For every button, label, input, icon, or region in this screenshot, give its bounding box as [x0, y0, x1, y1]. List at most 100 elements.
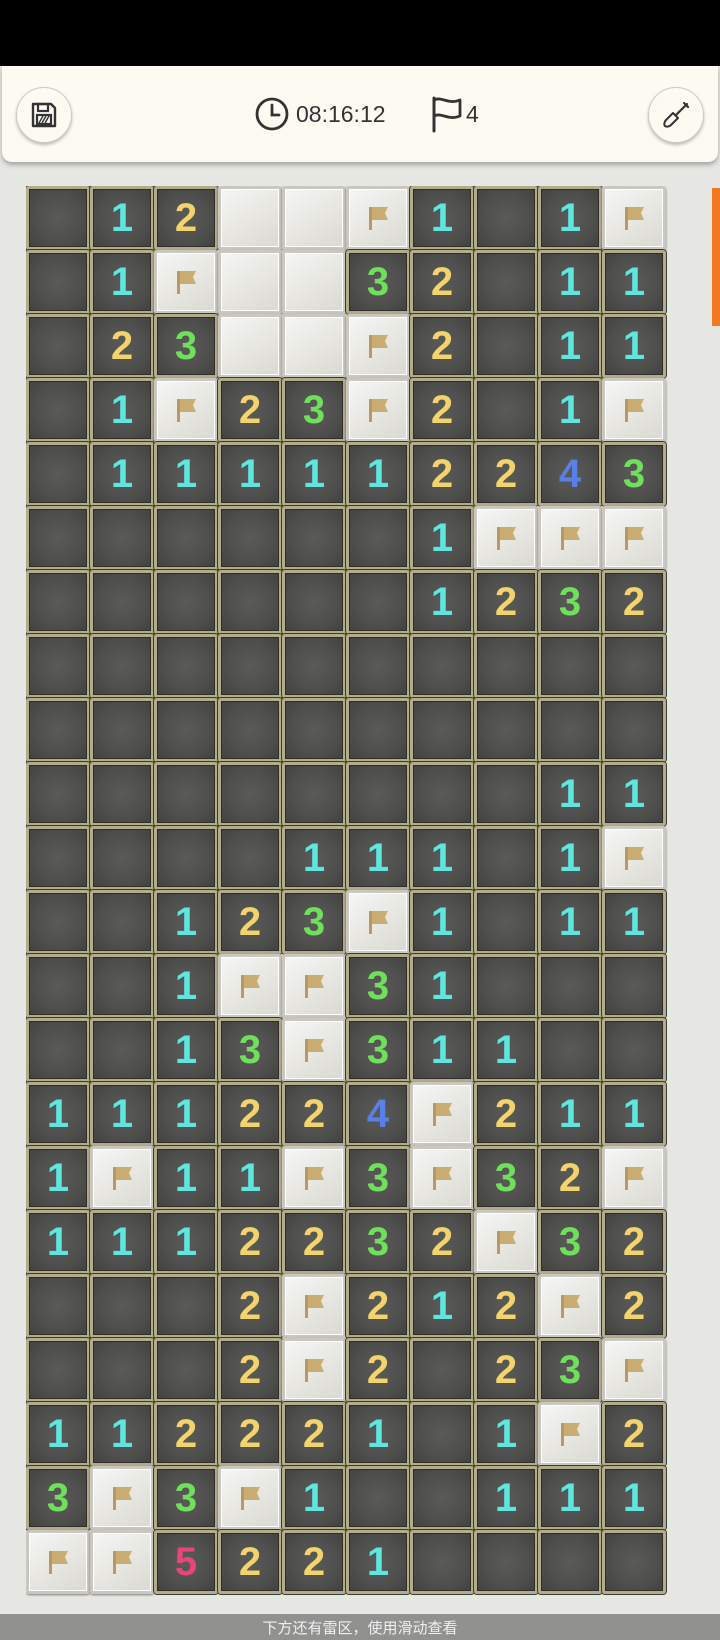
revealed-empty-cell[interactable] [474, 954, 538, 1018]
revealed-empty-cell[interactable] [282, 762, 346, 826]
number-cell[interactable]: 5 [154, 1530, 218, 1594]
flagged-cell[interactable] [346, 890, 410, 954]
revealed-empty-cell[interactable] [26, 570, 90, 634]
unrevealed-cell[interactable] [282, 250, 346, 314]
revealed-empty-cell[interactable] [26, 378, 90, 442]
number-cell[interactable]: 1 [154, 1082, 218, 1146]
number-cell[interactable]: 2 [474, 1274, 538, 1338]
number-cell[interactable]: 2 [154, 1402, 218, 1466]
number-cell[interactable]: 2 [282, 1402, 346, 1466]
number-cell[interactable]: 1 [154, 1018, 218, 1082]
number-cell[interactable]: 1 [602, 314, 666, 378]
revealed-empty-cell[interactable] [538, 634, 602, 698]
number-cell[interactable]: 1 [346, 1402, 410, 1466]
number-cell[interactable]: 2 [282, 1082, 346, 1146]
flagged-cell[interactable] [154, 378, 218, 442]
revealed-empty-cell[interactable] [154, 634, 218, 698]
revealed-empty-cell[interactable] [602, 1018, 666, 1082]
revealed-empty-cell[interactable] [346, 698, 410, 762]
number-cell[interactable]: 2 [218, 890, 282, 954]
revealed-empty-cell[interactable] [26, 1274, 90, 1338]
revealed-empty-cell[interactable] [410, 1402, 474, 1466]
number-cell[interactable]: 2 [218, 378, 282, 442]
number-cell[interactable]: 1 [282, 826, 346, 890]
revealed-empty-cell[interactable] [474, 762, 538, 826]
number-cell[interactable]: 3 [602, 442, 666, 506]
revealed-empty-cell[interactable] [346, 570, 410, 634]
number-cell[interactable]: 1 [154, 1146, 218, 1210]
revealed-empty-cell[interactable] [26, 250, 90, 314]
number-cell[interactable]: 1 [474, 1402, 538, 1466]
number-cell[interactable]: 1 [410, 954, 474, 1018]
number-cell[interactable]: 2 [218, 1530, 282, 1594]
number-cell[interactable]: 2 [538, 1146, 602, 1210]
revealed-empty-cell[interactable] [26, 442, 90, 506]
revealed-empty-cell[interactable] [218, 762, 282, 826]
number-cell[interactable]: 1 [538, 1082, 602, 1146]
save-button[interactable] [16, 87, 72, 143]
revealed-empty-cell[interactable] [218, 634, 282, 698]
revealed-empty-cell[interactable] [474, 250, 538, 314]
flagged-cell[interactable] [410, 1146, 474, 1210]
number-cell[interactable]: 1 [410, 506, 474, 570]
revealed-empty-cell[interactable] [474, 826, 538, 890]
number-cell[interactable]: 2 [218, 1402, 282, 1466]
revealed-empty-cell[interactable] [282, 570, 346, 634]
revealed-empty-cell[interactable] [26, 698, 90, 762]
number-cell[interactable]: 3 [346, 1018, 410, 1082]
revealed-empty-cell[interactable] [602, 698, 666, 762]
revealed-empty-cell[interactable] [154, 506, 218, 570]
number-cell[interactable]: 1 [154, 1210, 218, 1274]
revealed-empty-cell[interactable] [538, 698, 602, 762]
number-cell[interactable]: 1 [602, 1466, 666, 1530]
number-cell[interactable]: 1 [538, 250, 602, 314]
number-cell[interactable]: 2 [474, 1338, 538, 1402]
revealed-empty-cell[interactable] [538, 1018, 602, 1082]
number-cell[interactable]: 1 [538, 314, 602, 378]
unrevealed-cell[interactable] [282, 314, 346, 378]
number-cell[interactable]: 1 [538, 1466, 602, 1530]
number-cell[interactable]: 2 [602, 570, 666, 634]
number-cell[interactable]: 2 [410, 250, 474, 314]
revealed-empty-cell[interactable] [90, 890, 154, 954]
revealed-empty-cell[interactable] [26, 954, 90, 1018]
number-cell[interactable]: 3 [26, 1466, 90, 1530]
revealed-empty-cell[interactable] [26, 1018, 90, 1082]
number-cell[interactable]: 3 [474, 1146, 538, 1210]
flagged-cell[interactable] [474, 1210, 538, 1274]
number-cell[interactable]: 1 [602, 890, 666, 954]
number-cell[interactable]: 1 [474, 1466, 538, 1530]
number-cell[interactable]: 1 [90, 1402, 154, 1466]
revealed-empty-cell[interactable] [26, 314, 90, 378]
number-cell[interactable]: 3 [346, 1146, 410, 1210]
number-cell[interactable]: 2 [410, 378, 474, 442]
revealed-empty-cell[interactable] [218, 826, 282, 890]
number-cell[interactable]: 2 [410, 314, 474, 378]
number-cell[interactable]: 1 [538, 826, 602, 890]
number-cell[interactable]: 2 [474, 1082, 538, 1146]
number-cell[interactable]: 2 [602, 1274, 666, 1338]
number-cell[interactable]: 2 [602, 1402, 666, 1466]
number-cell[interactable]: 4 [346, 1082, 410, 1146]
revealed-empty-cell[interactable] [410, 1466, 474, 1530]
revealed-empty-cell[interactable] [474, 634, 538, 698]
flagged-cell[interactable] [602, 1338, 666, 1402]
revealed-empty-cell[interactable] [346, 634, 410, 698]
revealed-empty-cell[interactable] [90, 762, 154, 826]
number-cell[interactable]: 2 [154, 186, 218, 250]
number-cell[interactable]: 2 [218, 1082, 282, 1146]
number-cell[interactable]: 2 [218, 1274, 282, 1338]
number-cell[interactable]: 2 [602, 1210, 666, 1274]
revealed-empty-cell[interactable] [474, 186, 538, 250]
revealed-empty-cell[interactable] [410, 762, 474, 826]
flagged-cell[interactable] [602, 186, 666, 250]
number-cell[interactable]: 1 [26, 1146, 90, 1210]
number-cell[interactable]: 3 [282, 890, 346, 954]
revealed-empty-cell[interactable] [282, 506, 346, 570]
number-cell[interactable]: 1 [410, 1018, 474, 1082]
revealed-empty-cell[interactable] [90, 698, 154, 762]
revealed-empty-cell[interactable] [154, 826, 218, 890]
revealed-empty-cell[interactable] [410, 1530, 474, 1594]
number-cell[interactable]: 3 [218, 1018, 282, 1082]
revealed-empty-cell[interactable] [410, 698, 474, 762]
